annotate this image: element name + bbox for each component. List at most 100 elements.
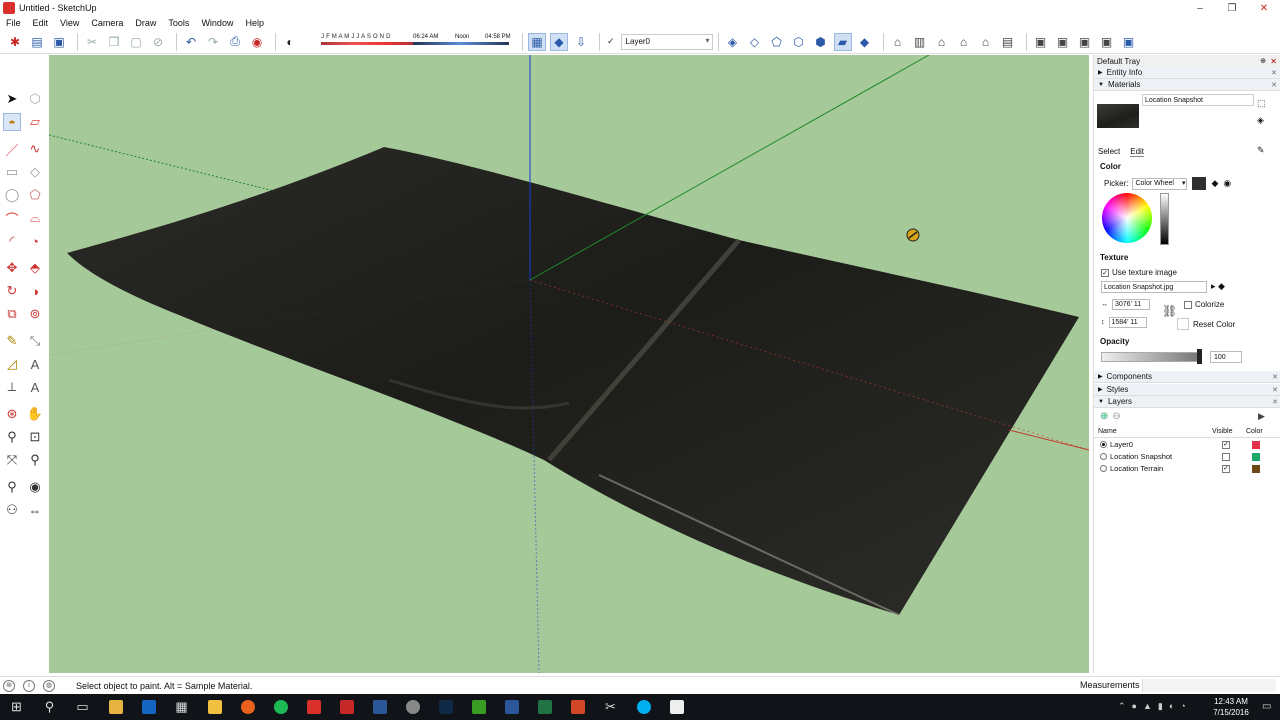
wireframe-icon[interactable]: ⬠ — [768, 33, 786, 51]
pin-icon[interactable]: ⊕ — [1260, 57, 1266, 65]
layer-visible-checkbox[interactable]: ✓ — [1222, 465, 1230, 473]
search-icon[interactable]: ⚲ — [33, 694, 66, 720]
copy-icon[interactable]: ❐ — [105, 33, 123, 51]
section-close-icon[interactable]: ✕ — [1272, 373, 1278, 381]
three-point-arc-icon[interactable]: ◜ — [3, 232, 21, 250]
section-close-icon[interactable]: ✕ — [1271, 69, 1277, 77]
create-material-icon[interactable]: ⬚ — [1257, 95, 1269, 112]
opacity-slider-thumb[interactable] — [1197, 349, 1202, 364]
axes-icon[interactable]: ⟂ — [3, 378, 21, 396]
extension-warehouse-icon[interactable]: ▣ — [1098, 33, 1116, 51]
redo-icon[interactable]: ↷ — [204, 33, 222, 51]
active-layer-radio[interactable] — [1100, 465, 1107, 472]
pan-icon[interactable]: ✋ — [26, 405, 44, 423]
brightness-slider[interactable] — [1160, 193, 1169, 245]
terminal-icon[interactable] — [660, 694, 693, 720]
menu-help[interactable]: Help — [245, 18, 264, 28]
model-info-icon[interactable]: ◉ — [248, 33, 266, 51]
browse-folder-icon[interactable]: ▸ — [1211, 281, 1216, 291]
camtasia-icon[interactable] — [462, 694, 495, 720]
iso-view-icon[interactable]: ⌂ — [889, 33, 907, 51]
shaded-icon[interactable]: ⬢ — [812, 33, 830, 51]
rotated-rectangle-icon[interactable]: ◇ — [26, 163, 44, 181]
texture-file-field[interactable]: Location Snapshot.jpg — [1101, 281, 1207, 293]
credits-icon[interactable]: i — [23, 679, 35, 692]
materials-section[interactable]: ▼ Materials ✕ — [1094, 79, 1280, 91]
layer-name[interactable]: Layer0 — [1110, 440, 1133, 449]
layer-row[interactable]: Layer0 ✓ — [1094, 440, 1280, 451]
geo-location-icon[interactable]: ⊛ — [3, 679, 15, 692]
menu-view[interactable]: View — [60, 18, 79, 28]
match-color-model-icon[interactable]: ◆ — [1211, 178, 1218, 189]
push-pull-icon[interactable]: ⬘ — [26, 259, 44, 277]
color-wheel[interactable] — [1102, 193, 1152, 243]
menu-edit[interactable]: Edit — [33, 18, 49, 28]
material-name-field[interactable]: Location Snapshot — [1142, 94, 1254, 106]
explorer-icon[interactable] — [198, 694, 231, 720]
maximize-button[interactable]: ❐ — [1216, 0, 1248, 16]
previous-view-icon[interactable]: ⚲ — [26, 451, 44, 469]
close-button[interactable]: ✕ — [1248, 0, 1280, 16]
start-icon[interactable]: ⊞ — [0, 694, 33, 720]
cut-icon[interactable]: ✂ — [83, 33, 101, 51]
menu-tools[interactable]: Tools — [168, 18, 189, 28]
terrain-mesh[interactable] — [67, 147, 1079, 615]
add-layer-icon[interactable]: ⊕ — [1100, 411, 1108, 422]
spotify-icon[interactable] — [264, 694, 297, 720]
layer-row[interactable]: Location Terrain ✓ — [1094, 464, 1280, 475]
save-icon[interactable]: ▣ — [50, 33, 68, 51]
extension-manager-icon[interactable]: ▣ — [1120, 33, 1138, 51]
layer-name[interactable]: Location Snapshot — [1110, 452, 1172, 461]
use-texture-checkbox[interactable]: ✓ — [1101, 268, 1109, 277]
protractor-icon[interactable]: ◿ — [3, 355, 21, 373]
system-tray-icons[interactable]: ⌃●▲▮◐◔ — [1118, 701, 1192, 712]
tray-close-icon[interactable]: ✕ — [1270, 57, 1277, 66]
offset-icon[interactable]: ⊚ — [26, 305, 44, 323]
opacity-field[interactable]: 100 — [1210, 351, 1242, 363]
section-close-icon[interactable]: ✕ — [1271, 81, 1277, 89]
move-icon[interactable]: ✥ — [3, 259, 21, 277]
orbit-icon[interactable]: ⊛ — [3, 405, 21, 423]
active-layer-radio[interactable] — [1100, 441, 1107, 448]
xray-icon[interactable]: ◈ — [724, 33, 742, 51]
zoom-icon[interactable]: ⚲ — [3, 428, 21, 446]
tools-icon[interactable]: ✂ — [594, 694, 627, 720]
geo-import-icon[interactable]: ⇩ — [572, 33, 590, 51]
powerpoint-icon[interactable] — [561, 694, 594, 720]
delete-layer-icon[interactable]: ⊖ — [1112, 411, 1120, 422]
follow-me-icon[interactable]: ◑ — [26, 282, 44, 300]
column-color[interactable]: Color — [1246, 428, 1263, 435]
zoom-window-icon[interactable]: ⊡ — [26, 428, 44, 446]
measurements-field[interactable] — [1142, 679, 1276, 692]
task-view-icon[interactable]: ▭ — [66, 694, 99, 720]
getting-started-icon[interactable]: ✱ — [6, 33, 24, 51]
look-around-icon[interactable]: ◉ — [26, 478, 44, 496]
arc-icon[interactable]: ⌒ — [3, 209, 21, 227]
sketchup-taskbar-icon[interactable] — [297, 694, 330, 720]
menu-file[interactable]: File — [6, 18, 21, 28]
3d-text-icon[interactable]: A — [26, 378, 44, 396]
minimize-button[interactable]: – — [1184, 0, 1216, 16]
scale-icon[interactable]: ⧉ — [3, 305, 21, 323]
components-section[interactable]: ▶ Components ✕ — [1094, 371, 1280, 383]
shadows-toggle-icon[interactable]: ◐ — [281, 33, 299, 51]
eraser-icon[interactable]: ▱ — [26, 113, 44, 131]
layer-name[interactable]: Location Terrain — [1110, 464, 1163, 473]
app-icon[interactable] — [396, 694, 429, 720]
layer-color-swatch[interactable] — [1252, 441, 1260, 449]
menu-draw[interactable]: Draw — [135, 18, 156, 28]
left-view-icon[interactable]: ▤ — [999, 33, 1017, 51]
active-layer-radio[interactable] — [1100, 453, 1107, 460]
folder-icon[interactable] — [99, 694, 132, 720]
notifications-icon[interactable]: ▭ — [1262, 701, 1271, 712]
rectangle-icon[interactable]: ▭ — [3, 163, 21, 181]
entity-info-section[interactable]: ▶ Entity Info ✕ — [1094, 67, 1280, 79]
edit-texture-icon[interactable]: ◆ — [1218, 281, 1225, 291]
colorize-checkbox[interactable] — [1184, 300, 1192, 309]
front-view-icon[interactable]: ⌂ — [933, 33, 951, 51]
sample-paint-icon[interactable]: ✎ — [1257, 145, 1265, 156]
model-viewport[interactable] — [49, 55, 1089, 673]
right-view-icon[interactable]: ⌂ — [955, 33, 973, 51]
line-tool-icon[interactable]: ／ — [3, 140, 21, 158]
reset-color-button[interactable]: Reset Color — [1177, 318, 1235, 330]
